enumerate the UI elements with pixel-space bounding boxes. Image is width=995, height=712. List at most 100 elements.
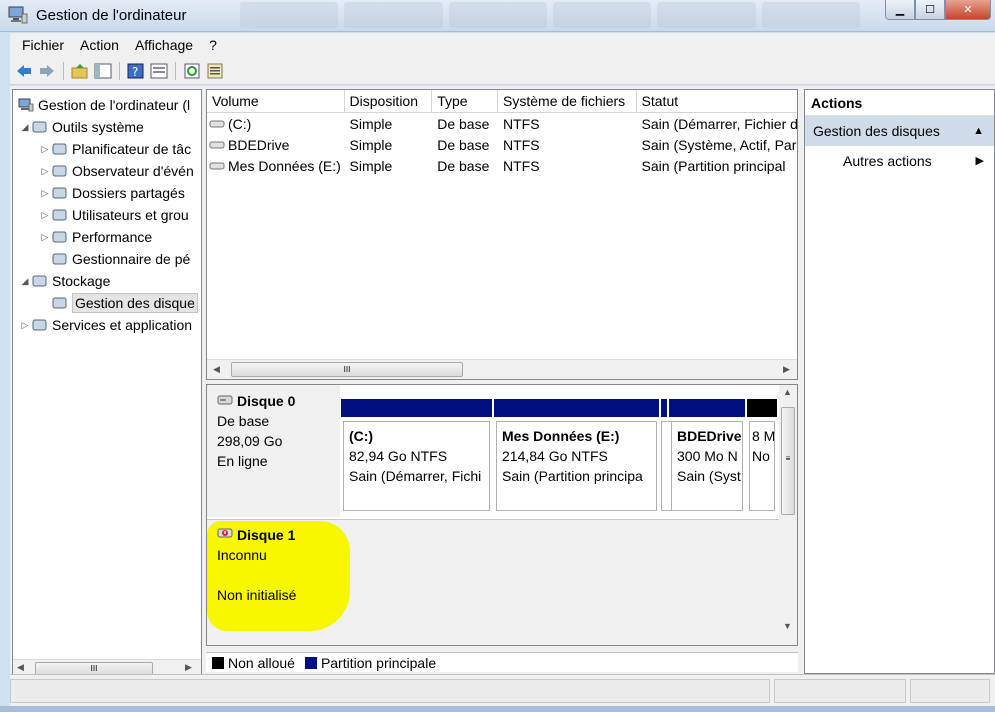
collapse-arrow-icon[interactable]: ◢ xyxy=(19,116,31,138)
collapse-up-icon[interactable]: ▲ xyxy=(973,116,984,146)
partition-e[interactable]: Mes Données (E:) 214,84 Go NTFS Sain (Pa… xyxy=(494,399,659,515)
expand-arrow-icon[interactable]: ▷ xyxy=(39,138,51,160)
scroll-left-arrow-icon[interactable]: ◀ xyxy=(213,364,220,375)
tree-item[interactable]: Gestion des disque xyxy=(39,292,198,314)
up-folder-icon[interactable] xyxy=(70,61,90,81)
tree-item[interactable]: ▷ Performance xyxy=(39,226,153,248)
menu-fichier[interactable]: Fichier xyxy=(14,37,72,53)
scroll-right-arrow-icon[interactable]: ▶ xyxy=(185,662,192,673)
forward-arrow-icon[interactable] xyxy=(37,61,57,81)
disk-map-vertical-scrollbar[interactable]: ▲ ≡ ▼ xyxy=(779,385,797,645)
disk-1-label[interactable]: Disque 1 Inconnu Non initialisé xyxy=(207,519,340,645)
scroll-thumb[interactable]: III xyxy=(231,362,463,377)
legend-label-unallocated: Non alloué xyxy=(228,654,295,671)
tree-item-label: Stockage xyxy=(52,273,111,289)
partition-status: Sain (Démarrer, Fichi xyxy=(349,468,482,484)
legend-swatch-unallocated xyxy=(212,656,224,669)
storage-icon xyxy=(31,273,49,289)
partition-name: Mes Données (E:) xyxy=(502,428,620,444)
window-title: Gestion de l'ordinateur xyxy=(36,7,187,24)
volume-cell-container: Mes Données (E:) xyxy=(207,156,345,177)
menu-help[interactable]: ? xyxy=(201,37,225,53)
tree-item[interactable]: ▷ Dossiers partagés xyxy=(39,182,185,204)
scroll-thumb[interactable]: ≡ xyxy=(781,407,795,515)
partition-band xyxy=(341,399,492,417)
disk-1-name: Disque 1 xyxy=(237,527,296,543)
column-type[interactable]: Type xyxy=(432,90,499,112)
back-arrow-icon[interactable] xyxy=(14,61,34,81)
properties-icon[interactable] xyxy=(149,61,169,81)
tree-item[interactable]: ◢ Outils système xyxy=(19,116,144,138)
volume-cell-container: Sain (Système, Actif, Par xyxy=(637,135,797,156)
tree-item[interactable]: ◢ Stockage xyxy=(19,270,111,292)
actions-section-disk-management[interactable]: Gestion des disques ▲ xyxy=(805,116,994,146)
performance-icon xyxy=(51,229,69,245)
volume-horizontal-scrollbar[interactable]: ◀ III ▶ xyxy=(207,359,797,379)
partition-size: 300 Mo N xyxy=(677,448,738,464)
partition-bdedrive[interactable]: BDEDrive 300 Mo N Sain (Syst xyxy=(669,399,745,515)
minimize-button[interactable]: ▁ xyxy=(885,0,915,20)
partition-status: Sain (Syst xyxy=(677,468,741,484)
shared-folder-icon xyxy=(51,185,69,201)
volume-cell-container: De base xyxy=(432,114,498,135)
expand-arrow-icon[interactable]: ▷ xyxy=(39,182,51,204)
tree-item[interactable]: ▷ Utilisateurs et grou xyxy=(39,204,189,226)
legend-label-primary: Partition principale xyxy=(320,654,437,671)
volume-row[interactable]: BDEDrive Simple De base NTFS Sain (Système, … xyxy=(207,135,797,156)
tree-item[interactable]: ▷ Observateur d'évén xyxy=(39,160,194,182)
maximize-button[interactable]: ☐ xyxy=(915,0,945,20)
column-disposition[interactable]: Disposition xyxy=(345,90,433,112)
collapse-arrow-icon[interactable]: ◢ xyxy=(19,270,31,292)
column-volume[interactable]: Volume xyxy=(207,90,345,112)
expand-arrow-icon[interactable]: ▷ xyxy=(39,226,51,248)
volume-row[interactable]: Mes Données (E:) Simple De base NTFS Sain (P… xyxy=(207,156,797,177)
disk-1-name-row: Disque 1 xyxy=(217,525,340,545)
navigation-tree: Gestion de l'ordinateur (l ◢ Outils systè… xyxy=(12,89,202,678)
export-list-icon[interactable] xyxy=(205,61,225,81)
volume-cell-container: Simple xyxy=(345,135,433,156)
scroll-up-arrow-icon[interactable]: ▲ xyxy=(783,387,792,397)
show-hide-tree-icon[interactable] xyxy=(93,61,113,81)
tree-root-label: Gestion de l'ordinateur (l xyxy=(38,97,191,113)
close-button[interactable]: ✕ xyxy=(945,0,991,20)
status-pane xyxy=(10,679,770,703)
volume-row[interactable]: (C:) Simple De base NTFS Sain (Démarrer, Fic… xyxy=(207,114,797,135)
partition-c[interactable]: (C:) 82,94 Go NTFS Sain (Démarrer, Fichi xyxy=(341,399,492,515)
tree-item[interactable]: Gestionnaire de pé xyxy=(39,248,190,270)
volume-cell: BDEDrive xyxy=(228,137,290,153)
partition-size: 214,84 Go NTFS xyxy=(502,448,608,464)
expand-arrow-icon[interactable]: ▷ xyxy=(39,204,51,226)
column-filesystem[interactable]: Système de fichiers xyxy=(498,90,637,112)
help-icon[interactable]: ? xyxy=(126,61,146,81)
expand-arrow-icon[interactable]: ▷ xyxy=(39,160,51,182)
menu-affichage[interactable]: Affichage xyxy=(127,37,201,53)
tree-item[interactable]: ▷ Services et application xyxy=(19,314,193,336)
submenu-arrow-icon: ▶ xyxy=(975,155,984,167)
disk-unknown-icon xyxy=(217,525,233,545)
partition-status: Sain (Partition principa xyxy=(502,468,643,484)
disk-0-label[interactable]: Disque 0 De base 298,09 Go En ligne xyxy=(207,385,340,517)
tree-root[interactable]: Gestion de l'ordinateur (l xyxy=(17,94,190,116)
volume-cell: De base xyxy=(437,116,490,132)
expand-arrow-icon[interactable]: ▷ xyxy=(19,314,31,336)
computer-management-icon xyxy=(17,97,35,113)
column-status[interactable]: Statut xyxy=(637,90,797,112)
partition-box: BDEDrive 300 Mo N Sain (Syst xyxy=(671,421,743,511)
actions-item-other[interactable]: Autres actions ▶ xyxy=(805,146,994,176)
scroll-down-arrow-icon[interactable]: ▼ xyxy=(783,621,792,631)
scroll-left-arrow-icon[interactable]: ◀ xyxy=(17,662,24,673)
clock-icon xyxy=(51,141,69,157)
tree-item[interactable]: ▷ Planificateur de tâc xyxy=(39,138,192,160)
partition-box: Mes Données (E:) 214,84 Go NTFS Sain (Pa… xyxy=(496,421,657,511)
services-icon xyxy=(31,317,49,333)
partition-band xyxy=(669,399,745,417)
menu-bar: Fichier Action Affichage ? xyxy=(10,33,995,57)
refresh-icon[interactable] xyxy=(182,61,202,81)
legend-swatch-primary xyxy=(304,656,317,669)
menu-action[interactable]: Action xyxy=(72,37,127,53)
scroll-right-arrow-icon[interactable]: ▶ xyxy=(783,364,790,375)
volume-cell-container: Simple xyxy=(345,156,433,177)
drive-icon xyxy=(209,158,228,174)
volume-cell-container: De base xyxy=(432,135,498,156)
partition-unallocated[interactable]: 8 M No xyxy=(747,399,777,515)
